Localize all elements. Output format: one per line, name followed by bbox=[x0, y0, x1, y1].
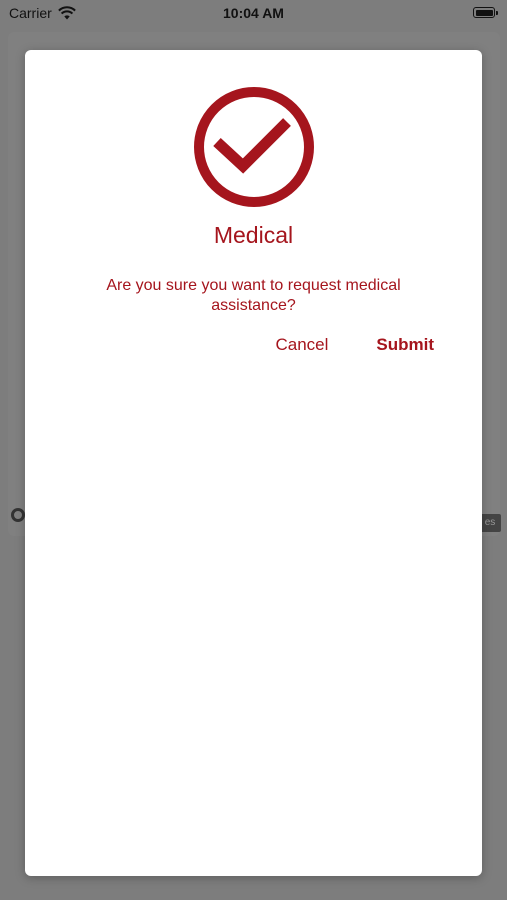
map-location-icon bbox=[11, 508, 25, 522]
submit-button[interactable]: Submit bbox=[376, 335, 434, 355]
status-bar: Carrier 10:04 AM bbox=[0, 0, 507, 28]
cancel-button[interactable]: Cancel bbox=[275, 335, 328, 355]
status-time: 10:04 AM bbox=[223, 5, 284, 21]
battery-icon bbox=[473, 7, 498, 18]
dialog-title: Medical bbox=[213, 222, 294, 248]
dialog-actions: Cancel Submit bbox=[275, 335, 434, 355]
confirm-dialog: Medical Are you sure you want to request… bbox=[25, 50, 482, 876]
dialog-message: Are you sure you want to request medical… bbox=[106, 277, 401, 314]
check-circle-icon bbox=[194, 87, 314, 207]
map-legal-label: es bbox=[479, 514, 501, 532]
